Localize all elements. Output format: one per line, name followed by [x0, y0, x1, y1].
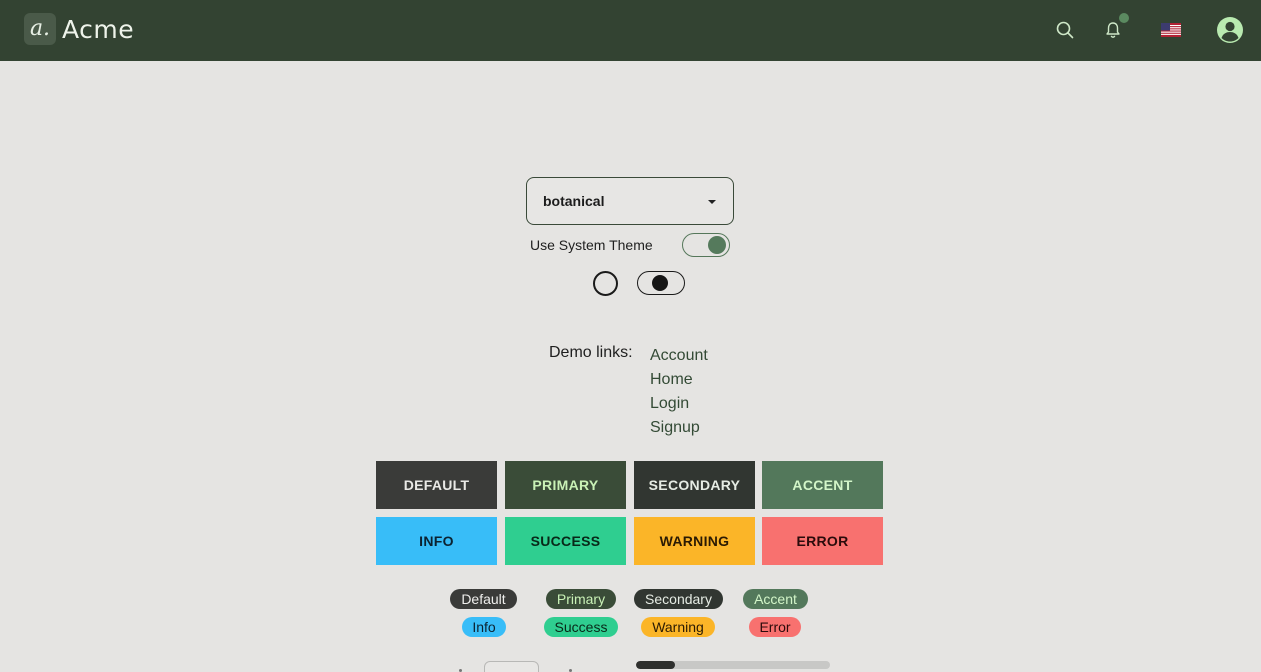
- us-flag-icon[interactable]: [1158, 17, 1184, 43]
- primary-button[interactable]: PRIMARY: [505, 461, 626, 509]
- accent-button[interactable]: ACCENT: [762, 461, 883, 509]
- system-theme-label: Use System Theme: [530, 237, 653, 253]
- error-button[interactable]: ERROR: [762, 517, 883, 565]
- default-button[interactable]: DEFAULT: [376, 461, 497, 509]
- default-badge: Default: [450, 589, 517, 609]
- secondary-badge: Secondary: [634, 589, 723, 609]
- progress-bar: [636, 661, 830, 669]
- pagination-button[interactable]: [484, 661, 539, 672]
- secondary-button[interactable]: SECONDARY: [634, 461, 755, 509]
- radio-circle[interactable]: [593, 271, 618, 296]
- brand-logo: a.: [24, 13, 56, 45]
- theme-select-value: botanical: [543, 193, 605, 209]
- demo-link-home[interactable]: Home: [650, 368, 708, 392]
- caret-down-icon: [708, 200, 716, 204]
- progress-fill: [636, 661, 675, 669]
- theme-select[interactable]: botanical: [526, 177, 734, 225]
- error-badge: Error: [749, 617, 801, 637]
- toggle-knob: [708, 236, 726, 254]
- dark-mode-toggle[interactable]: [637, 271, 685, 295]
- brand-name: Acme: [62, 14, 135, 44]
- accent-badge: Accent: [743, 589, 808, 609]
- success-badge: Success: [544, 617, 618, 637]
- warning-badge: Warning: [641, 617, 715, 637]
- demo-links-list: Account Home Login Signup: [650, 344, 708, 440]
- notification-dot: [1119, 13, 1129, 23]
- demo-link-account[interactable]: Account: [650, 344, 708, 368]
- success-button[interactable]: SUCCESS: [505, 517, 626, 565]
- demo-links-label: Demo links:: [549, 344, 633, 361]
- warning-button[interactable]: WARNING: [634, 517, 755, 565]
- brand[interactable]: a. Acme: [24, 13, 134, 45]
- info-button[interactable]: INFO: [376, 517, 497, 565]
- top-navbar: a. Acme: [0, 0, 1261, 61]
- search-icon[interactable]: [1052, 17, 1078, 43]
- toggle-knob: [652, 275, 668, 291]
- info-badge: Info: [462, 617, 506, 637]
- demo-link-signup[interactable]: Signup: [650, 416, 708, 440]
- bell-icon[interactable]: [1100, 13, 1129, 43]
- system-theme-toggle[interactable]: [682, 233, 730, 257]
- user-avatar-icon[interactable]: [1215, 15, 1245, 45]
- demo-link-login[interactable]: Login: [650, 392, 708, 416]
- primary-badge: Primary: [546, 589, 616, 609]
